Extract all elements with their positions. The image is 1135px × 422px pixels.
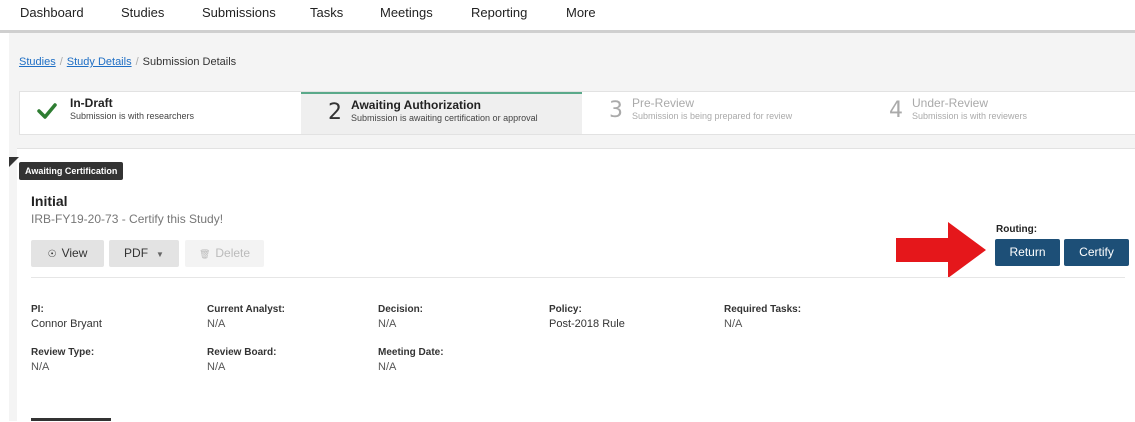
status-badge: Awaiting Certification	[19, 162, 124, 180]
nav-tasks[interactable]: Tasks	[310, 5, 343, 20]
certify-button[interactable]: Certify	[1064, 239, 1129, 266]
nav-meetings[interactable]: Meetings	[380, 5, 433, 20]
current-analyst-label: Current Analyst:	[207, 304, 285, 315]
status-stepper: In-Draft Submission is with researchers …	[19, 91, 1135, 135]
step-subtitle: Submission is awaiting certification or …	[351, 113, 538, 123]
breadcrumb-current: Submission Details	[142, 56, 237, 68]
breadcrumb: Studies / Study Details / Submission Details	[19, 56, 236, 68]
divider	[31, 277, 1125, 278]
nav-dashboard[interactable]: Dashboard	[20, 5, 84, 20]
step-subtitle: Submission is with researchers	[70, 111, 195, 121]
review-board-value: N/A	[207, 361, 226, 373]
step-title: In-Draft	[70, 96, 113, 110]
pi-label: PI:	[31, 304, 44, 315]
nav-reporting[interactable]: Reporting	[471, 5, 527, 20]
annotation-arrow	[896, 222, 986, 278]
view-button[interactable]: ☉ View	[31, 240, 104, 267]
caret-down-icon: ▼	[156, 250, 164, 259]
check-icon	[37, 103, 57, 119]
breadcrumb-separator: /	[135, 56, 139, 68]
step-subtitle: Submission is with reviewers	[912, 111, 1028, 121]
meeting-date-value: N/A	[378, 361, 397, 373]
delete-button-label: Delete	[215, 246, 251, 260]
policy-label: Policy:	[549, 304, 582, 315]
step-number: 3	[609, 98, 623, 123]
step-title: Pre-Review	[632, 96, 695, 110]
meeting-date-label: Meeting Date:	[378, 347, 444, 358]
decision-value: N/A	[378, 318, 397, 330]
eye-icon: ☉	[47, 249, 57, 260]
step-in-draft: In-Draft Submission is with researchers	[20, 92, 301, 134]
step-subtitle: Submission is being prepared for review	[632, 111, 793, 121]
policy-value: Post-2018 Rule	[549, 318, 625, 330]
nav-submissions[interactable]: Submissions	[202, 5, 276, 20]
pdf-button-label: PDF	[124, 246, 149, 260]
view-button-label: View	[61, 246, 88, 260]
pi-value: Connor Bryant	[31, 318, 102, 330]
step-pre-review: 3 Pre-Review Submission is being prepare…	[582, 92, 863, 134]
badge-tail	[9, 157, 19, 167]
step-under-review: 4 Under-Review Submission is with review…	[863, 92, 1135, 134]
breadcrumb-separator: /	[59, 56, 63, 68]
nav-more[interactable]: More	[566, 5, 596, 20]
routing-label: Routing:	[996, 224, 1038, 235]
step-awaiting-authorization: 2 Awaiting Authorization Submission is a…	[301, 92, 582, 134]
step-number: 4	[889, 98, 903, 123]
required-tasks-value: N/A	[724, 318, 743, 330]
submission-card	[17, 148, 1135, 422]
delete-button[interactable]: 🗑 Delete	[185, 240, 264, 267]
trash-icon: 🗑	[198, 249, 211, 259]
top-nav: Dashboard Studies Submissions Tasks Meet…	[0, 0, 1135, 33]
breadcrumb-study-details-link[interactable]: Study Details	[67, 56, 132, 68]
step-title: Under-Review	[912, 96, 989, 110]
submission-name: IRB-FY19-20-73 - Certify this Study!	[31, 212, 224, 226]
review-board-label: Review Board:	[207, 347, 277, 358]
return-button[interactable]: Return	[995, 239, 1060, 266]
step-number: 2	[328, 100, 342, 125]
nav-studies[interactable]: Studies	[121, 5, 164, 20]
current-analyst-value: N/A	[207, 318, 226, 330]
pdf-dropdown-button[interactable]: PDF ▼	[109, 240, 179, 267]
required-tasks-label: Required Tasks:	[724, 304, 802, 315]
review-type-value: N/A	[31, 361, 50, 373]
breadcrumb-studies-link[interactable]: Studies	[19, 56, 56, 68]
step-title: Awaiting Authorization	[351, 98, 481, 112]
review-type-label: Review Type:	[31, 347, 95, 358]
submission-type: Initial	[31, 193, 68, 209]
decision-label: Decision:	[378, 304, 424, 315]
